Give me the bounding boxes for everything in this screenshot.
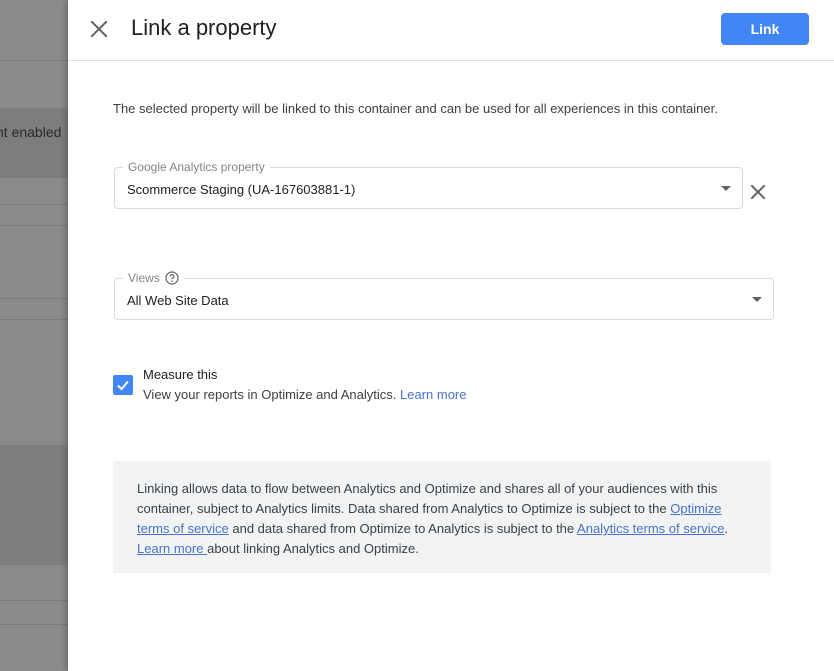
dropdown-arrow-icon xyxy=(752,297,762,302)
background-status-text: nt enabled xyxy=(0,124,62,140)
intro-text: The selected property will be linked to … xyxy=(113,101,718,116)
info-text: . xyxy=(724,521,729,536)
panel-title: Link a property xyxy=(131,15,277,40)
background-divider xyxy=(0,298,68,299)
background-row-highlight xyxy=(0,108,68,178)
background-divider xyxy=(0,204,68,205)
property-select[interactable]: Google Analytics property Scommerce Stag… xyxy=(114,160,743,209)
background-divider xyxy=(0,600,68,601)
link-button[interactable]: Link xyxy=(721,13,809,45)
background-divider xyxy=(0,319,68,320)
close-icon xyxy=(90,20,108,38)
close-icon xyxy=(750,184,766,200)
help-icon[interactable] xyxy=(165,271,179,285)
info-text: and data shared from Optimize to Analyti… xyxy=(228,521,578,536)
info-text: Linking allows data to flow between Anal… xyxy=(137,481,718,516)
remove-property-button[interactable] xyxy=(750,184,766,200)
views-select-label: Views xyxy=(123,271,184,285)
panel-header: Link a property Link xyxy=(68,0,834,61)
info-text: about linking Analytics and Optimize. xyxy=(207,541,419,556)
background-divider xyxy=(0,225,68,226)
close-button[interactable] xyxy=(88,18,110,40)
background-divider xyxy=(0,624,68,625)
measure-title: Measure this xyxy=(143,367,218,382)
background-divider xyxy=(0,60,68,61)
measure-subtitle-text: View your reports in Optimize and Analyt… xyxy=(143,387,397,402)
info-learn-more-link[interactable]: Learn more xyxy=(137,541,207,556)
link-property-panel: Link a property Link The selected proper… xyxy=(68,0,834,671)
background-section xyxy=(0,445,68,565)
linking-info-box: Linking allows data to flow between Anal… xyxy=(113,461,771,573)
background-page: nt enabled xyxy=(0,0,68,671)
dropdown-arrow-icon xyxy=(721,186,731,191)
measure-subtitle: View your reports in Optimize and Analyt… xyxy=(143,387,466,402)
views-select-value: All Web Site Data xyxy=(127,293,229,308)
views-select[interactable]: Views All Web Site Data xyxy=(114,271,774,320)
learn-more-link[interactable]: Learn more xyxy=(400,387,466,402)
measure-checkbox[interactable] xyxy=(113,375,133,395)
property-select-label: Google Analytics property xyxy=(123,160,270,174)
analytics-terms-link[interactable]: Analytics terms of service xyxy=(577,521,724,536)
property-select-value: Scommerce Staging (UA-167603881-1) xyxy=(127,182,356,197)
checkmark-icon xyxy=(117,380,129,391)
